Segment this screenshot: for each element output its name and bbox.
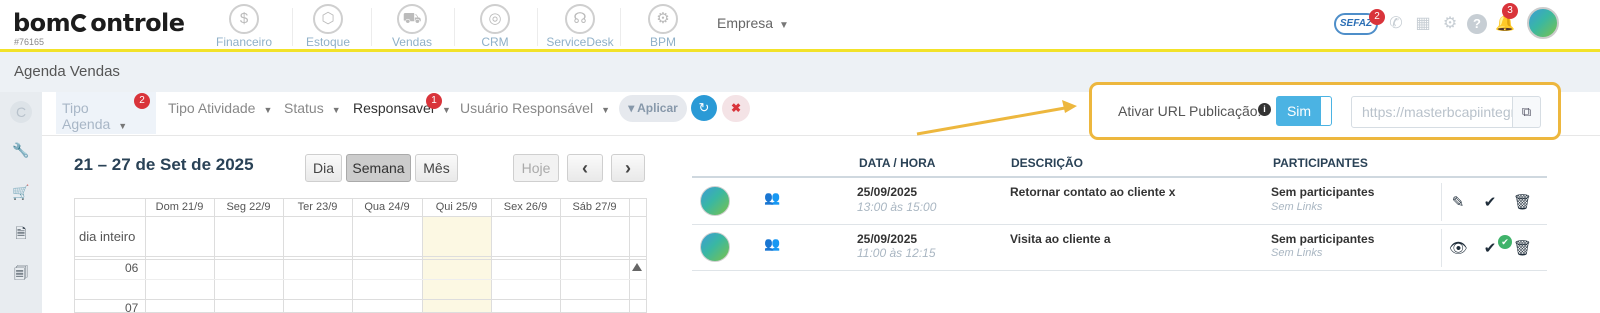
trash-icon[interactable]: 🗑 (1513, 194, 1532, 212)
publication-url-toggle[interactable]: Sim (1276, 96, 1332, 126)
copy-url-button[interactable]: ⧉ (1513, 96, 1541, 128)
event-links: Sem Links (1271, 201, 1323, 213)
day-header: Qui 25/9 (435, 201, 478, 213)
view-month-button[interactable]: Mês (415, 154, 458, 182)
check-icon[interactable]: ✔ (1481, 194, 1499, 212)
view-day-button[interactable]: Dia (305, 154, 342, 182)
table-header-divider (692, 176, 1547, 178)
event-description: Visita ao cliente a (1010, 232, 1111, 246)
view-week-button[interactable]: Semana (346, 154, 411, 182)
divider (1441, 183, 1442, 221)
event-description: Retornar contato ao cliente x (1010, 185, 1176, 199)
avatar (700, 232, 730, 262)
event-time: 11:00 às 12:15 (857, 246, 936, 260)
eye-icon[interactable]: 👁 (1449, 240, 1468, 258)
copy-icon: ⧉ (1521, 104, 1532, 119)
check-icon[interactable]: ✔ (1481, 240, 1499, 258)
toggle-on-label: Sim (1277, 97, 1321, 125)
prev-week-button[interactable]: ‹ (567, 154, 603, 182)
grid-line (75, 299, 646, 300)
col-header-description: DESCRIÇÃO (1011, 156, 1084, 170)
divider (1441, 229, 1442, 267)
trash-icon[interactable]: 🗑 (1513, 240, 1532, 258)
scroll-up-icon[interactable] (632, 263, 642, 271)
event-participants: Sem participantes (1271, 185, 1375, 199)
publication-url-field[interactable]: https://masterbcapiintegracao (1351, 96, 1513, 128)
publication-url-label: Ativar URL Publicação: (1118, 103, 1262, 119)
event-date: 25/09/2025 (857, 232, 918, 246)
calendar-range-title: 21 – 27 de Set de 2025 (74, 155, 254, 174)
grid-line (75, 216, 646, 217)
users-icon: 👥 (764, 190, 781, 205)
edit-icon[interactable]: ✎ (1449, 194, 1467, 212)
week-calendar-grid: Dom 21/9 Seg 22/9 Ter 23/9 Qua 24/9 Qui … (74, 198, 647, 313)
grid-line (75, 279, 646, 280)
col-header-participants: PARTICIPANTES (1273, 156, 1368, 170)
next-week-button[interactable]: › (611, 154, 645, 182)
event-time: 13:00 às 15:00 (857, 200, 937, 214)
col-header-date-time: DATA / HORA (859, 156, 936, 170)
publication-url-panel: Ativar URL Publicação: i Sim https://mas… (1089, 82, 1561, 140)
event-links: Sem Links (1271, 247, 1323, 259)
hour-label: 06 (125, 261, 139, 275)
event-participants: Sem participantes (1271, 232, 1375, 246)
all-day-label: dia inteiro (79, 229, 136, 244)
hour-label: 07 (125, 301, 139, 313)
day-header: Ter 23/9 (297, 201, 338, 213)
avatar (700, 186, 730, 216)
day-header: Qua 24/9 (364, 201, 410, 213)
completed-icon: ✔ (1498, 235, 1512, 249)
today-button[interactable]: Hoje (513, 154, 559, 182)
grid-line (75, 259, 646, 260)
day-header: Dom 21/9 (155, 201, 204, 213)
row-divider (692, 270, 1547, 271)
day-header: Seg 22/9 (226, 201, 271, 213)
users-icon: 👥 (764, 236, 781, 251)
day-header: Sex 26/9 (503, 201, 548, 213)
grid-line (75, 256, 646, 257)
event-date: 25/09/2025 (857, 185, 918, 199)
day-header: Sáb 27/9 (572, 201, 617, 213)
info-icon[interactable]: i (1258, 103, 1271, 116)
row-divider (692, 224, 1547, 225)
